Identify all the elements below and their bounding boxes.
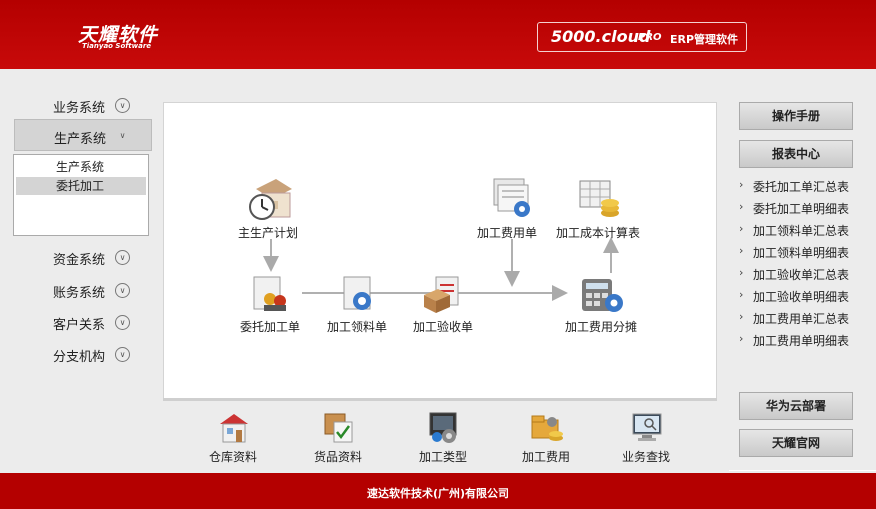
chevron-down-icon: ∨ — [115, 250, 130, 265]
chevron-down-icon: ∨ — [115, 347, 130, 362]
chevron-right-icon: › — [739, 244, 744, 257]
sidebar-item-label: 生产系统 — [54, 132, 107, 147]
sidebar-item-crm[interactable]: 客户关系 ∨ — [14, 306, 150, 336]
sidebar-item-label: 资金系统 — [53, 253, 106, 268]
flow-node-material-requisition[interactable]: 加工领料单 — [327, 273, 387, 334]
sidebar-item-label: 分支机构 — [53, 350, 106, 365]
product-name: 5000.cloud — [551, 27, 651, 46]
sidebar-item-branches[interactable]: 分支机构 ∨ — [14, 338, 150, 368]
production-submenu: 生产系统 委托加工 — [13, 154, 149, 236]
tool-label: 加工费用 — [521, 450, 570, 464]
tool-business-search[interactable]: 业务查找 — [606, 404, 686, 464]
flow-arrows — [263, 237, 619, 301]
report-link[interactable]: › 委托加工单明细表 — [739, 200, 869, 218]
chevron-right-icon: › — [739, 178, 744, 191]
sidebar-item-label: 账务系统 — [53, 286, 106, 301]
search-icon — [632, 413, 662, 441]
report-link[interactable]: › 加工费用单汇总表 — [739, 310, 869, 328]
product-desc: ERP管理软件 — [670, 33, 739, 46]
sidebar-item-business[interactable]: 业务系统 ∨ — [14, 89, 150, 119]
flow-node-processing-fee[interactable]: 加工费用单 — [477, 177, 537, 240]
report-link[interactable]: › 加工领料单明细表 — [739, 244, 869, 262]
manual-button[interactable]: 操作手册 — [739, 102, 853, 130]
sidebar-item-label: 客户关系 — [53, 318, 106, 333]
flow-node-label: 加工领料单 — [327, 320, 388, 334]
tool-warehouse-data[interactable]: 仓库资料 — [193, 404, 273, 464]
right-divider — [729, 470, 876, 471]
report-link[interactable]: › 加工验收单汇总表 — [739, 266, 869, 284]
tool-label: 货品资料 — [313, 450, 362, 464]
tool-processing-type[interactable]: 加工类型 — [403, 404, 483, 464]
material-requisition-icon — [343, 276, 371, 310]
chevron-down-icon: ∨ — [115, 283, 130, 298]
submenu-item-outsourcing[interactable]: 委托加工 — [16, 177, 146, 195]
tool-label: 仓库资料 — [208, 450, 257, 464]
chevron-right-icon: › — [739, 332, 744, 345]
chevron-double-down-icon: ∨ — [119, 131, 126, 140]
goods-icon — [324, 413, 353, 443]
master-plan-icon — [249, 179, 292, 220]
flow-node-label: 加工费用单 — [477, 226, 538, 240]
chevron-right-icon: › — [739, 266, 744, 279]
tool-label: 业务查找 — [621, 450, 670, 464]
header-bar: 天耀软件 Tianyao Software 5000.cloud PRO ERP… — [0, 0, 876, 69]
flow-node-acceptance[interactable]: 加工验收单 — [413, 273, 473, 334]
sidebar-item-accounting[interactable]: 账务系统 ∨ — [14, 274, 150, 304]
sidebar-item-funds[interactable]: 资金系统 ∨ — [14, 241, 150, 271]
sidebar-item-production[interactable]: 生产系统 ∨ — [14, 119, 152, 151]
flow-node-outsource-order[interactable]: 委托加工单 — [240, 273, 300, 334]
submenu-item-production[interactable]: 生产系统 — [16, 158, 146, 176]
acceptance-icon — [424, 276, 459, 313]
workflow-panel: 主生产计划 委托加工单 加工领料单 加工验收单 加工费用单 加工成本计算表 加工… — [163, 102, 717, 400]
report-center-button[interactable]: 报表中心 — [739, 140, 853, 168]
report-link[interactable]: › 委托加工单汇总表 — [739, 178, 869, 196]
flow-node-label: 加工验收单 — [413, 320, 474, 334]
flow-node-label: 主生产计划 — [238, 226, 299, 240]
outsource-order-icon — [253, 276, 286, 311]
chevron-right-icon: › — [739, 200, 744, 213]
chevron-down-icon: ∨ — [115, 315, 130, 330]
report-link[interactable]: › 加工验收单明细表 — [739, 288, 869, 306]
company-name: 速达软件技术(广州)有限公司 — [366, 487, 510, 500]
fee-allocation-icon — [582, 279, 623, 312]
processing-fee-tool-icon — [531, 415, 563, 441]
flow-node-label: 加工费用分摊 — [565, 320, 638, 334]
tool-label: 加工类型 — [418, 450, 467, 464]
chevron-down-icon: ∨ — [115, 98, 130, 113]
chevron-right-icon: › — [739, 222, 744, 235]
huawei-cloud-button[interactable]: 华为云部署 — [739, 392, 853, 420]
tool-goods-data[interactable]: 货品资料 — [298, 404, 378, 464]
logo-subtitle: Tianyao Software — [82, 42, 152, 50]
warehouse-icon — [220, 414, 248, 443]
flow-node-master-plan[interactable]: 主生产计划 — [238, 177, 298, 240]
processing-fee-icon — [493, 178, 530, 217]
flow-node-label: 加工成本计算表 — [556, 226, 641, 240]
product-badge: 5000.cloud PRO ERP管理软件 — [537, 22, 747, 52]
flow-node-fee-allocation[interactable]: 加工费用分摊 — [565, 273, 637, 334]
official-site-button[interactable]: 天耀官网 — [739, 429, 853, 457]
sidebar-item-label: 业务系统 — [53, 101, 106, 116]
chevron-right-icon: › — [739, 310, 744, 323]
processing-type-icon — [429, 412, 457, 443]
cost-calculation-icon — [579, 180, 619, 217]
chevron-right-icon: › — [739, 288, 744, 301]
panel-bottom-bar — [163, 398, 717, 401]
product-edition: PRO — [638, 32, 662, 43]
tool-processing-fee[interactable]: 加工费用 — [506, 404, 586, 464]
report-link[interactable]: › 加工费用单明细表 — [739, 332, 869, 350]
flow-node-cost-calculation[interactable]: 加工成本计算表 — [556, 177, 640, 240]
report-link[interactable]: › 加工领料单汇总表 — [739, 222, 869, 240]
footer-bar: 速达软件技术(广州)有限公司 — [0, 473, 876, 509]
flow-node-label: 委托加工单 — [240, 320, 301, 334]
